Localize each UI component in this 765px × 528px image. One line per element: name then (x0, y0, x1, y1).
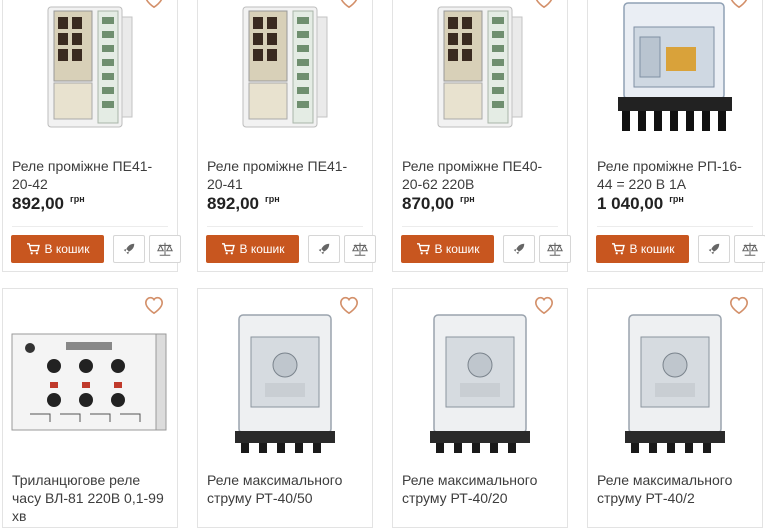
rocket-icon (123, 243, 135, 255)
relay-pe-icon (242, 6, 328, 128)
price-currency: грн (265, 194, 280, 204)
price-currency: грн (460, 194, 475, 204)
quick-order-button[interactable] (698, 235, 730, 263)
product-name[interactable]: Реле проміжне ПЕ41-20-41 (207, 157, 366, 193)
product-image[interactable] (393, 307, 567, 457)
product-card[interactable]: Реле максимального струму РТ-40/20 (392, 288, 568, 528)
product-image[interactable] (198, 307, 372, 457)
scales-icon (157, 242, 173, 256)
rocket-icon (318, 243, 330, 255)
product-name[interactable]: Реле проміжне РП-16-44 = 220 В 1А (597, 157, 756, 193)
scales-icon (742, 242, 758, 256)
cart-icon (221, 243, 235, 255)
divider (402, 226, 558, 227)
add-to-cart-button[interactable]: В кошик (11, 235, 104, 263)
price-currency: грн (70, 194, 85, 204)
add-to-cart-button[interactable]: В кошик (401, 235, 494, 263)
add-to-cart-label: В кошик (44, 242, 90, 256)
divider (12, 226, 168, 227)
product-price: 1 040,00 грн (597, 194, 684, 214)
product-price: 892,00 грн (12, 194, 85, 214)
add-to-cart-label: В кошик (434, 242, 480, 256)
product-card[interactable]: Триланцюгове реле часу ВЛ-81 220В 0,1-99… (2, 288, 178, 528)
divider (207, 226, 363, 227)
price-value: 870,00 (402, 194, 454, 213)
relay-rp-icon (618, 2, 732, 131)
product-price: 892,00 грн (207, 194, 280, 214)
quick-order-button[interactable] (113, 235, 145, 263)
product-image[interactable] (393, 0, 567, 137)
rocket-icon (513, 243, 525, 255)
add-to-cart-label: В кошик (629, 242, 675, 256)
quick-order-button[interactable] (503, 235, 535, 263)
relay-rt-icon (430, 314, 530, 453)
add-to-cart-button[interactable]: В кошик (596, 235, 689, 263)
product-name[interactable]: Реле максимального струму РТ-40/20 (402, 471, 561, 507)
relay-pe-icon (47, 6, 133, 128)
product-image[interactable] (3, 0, 177, 137)
compare-button[interactable] (539, 235, 571, 263)
product-card[interactable]: Реле проміжне ПЕ40-20-62 220В 870,00 грн … (392, 0, 571, 272)
product-image[interactable] (3, 307, 177, 457)
relay-pe-icon (437, 6, 523, 128)
product-price: 870,00 грн (402, 194, 475, 214)
product-name[interactable]: Реле максимального струму РТ-40/50 (207, 471, 366, 507)
divider (597, 226, 753, 227)
cart-icon (611, 243, 625, 255)
product-grid: Реле проміжне ПЕ41-20-42 892,00 грн В кош… (0, 0, 765, 528)
product-card[interactable]: Реле проміжне ПЕ41-20-41 892,00 грн В кош… (197, 0, 376, 272)
product-card[interactable]: Реле проміжне ПЕ41-20-42 892,00 грн В кош… (2, 0, 181, 272)
timer-relay-icon (11, 333, 167, 431)
price-currency: грн (669, 194, 684, 204)
price-value: 892,00 (207, 194, 259, 213)
add-to-cart-label: В кошик (239, 242, 285, 256)
product-card[interactable]: Реле проміжне РП-16-44 = 220 В 1А 1 040,… (587, 0, 765, 272)
compare-button[interactable] (149, 235, 181, 263)
product-name[interactable]: Триланцюгове реле часу ВЛ-81 220В 0,1-99… (12, 471, 171, 525)
product-image[interactable] (588, 0, 762, 137)
price-value: 1 040,00 (597, 194, 664, 213)
product-image[interactable] (588, 307, 762, 457)
compare-button[interactable] (344, 235, 376, 263)
product-image[interactable] (198, 0, 372, 137)
cart-icon (416, 243, 430, 255)
product-card[interactable]: Реле максимального струму РТ-40/2 (587, 288, 763, 528)
product-card[interactable]: Реле максимального струму РТ-40/50 (197, 288, 373, 528)
add-to-cart-button[interactable]: В кошик (206, 235, 299, 263)
scales-icon (352, 242, 368, 256)
cart-icon (26, 243, 40, 255)
rocket-icon (708, 243, 720, 255)
relay-rt-icon (625, 314, 725, 453)
product-name[interactable]: Реле максимального струму РТ-40/2 (597, 471, 756, 507)
price-value: 892,00 (12, 194, 64, 213)
scales-icon (547, 242, 563, 256)
compare-button[interactable] (734, 235, 765, 263)
quick-order-button[interactable] (308, 235, 340, 263)
product-name[interactable]: Реле проміжне ПЕ41-20-42 (12, 157, 171, 193)
relay-rt-icon (235, 314, 335, 453)
product-name[interactable]: Реле проміжне ПЕ40-20-62 220В (402, 157, 561, 193)
